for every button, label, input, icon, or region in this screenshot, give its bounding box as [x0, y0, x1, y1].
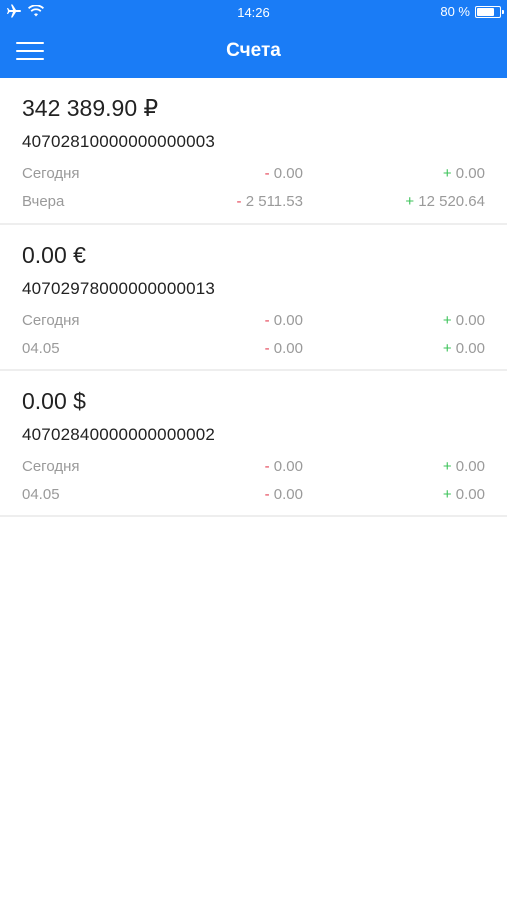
plus-sign: + [442, 340, 452, 357]
plus-sign: + [405, 193, 415, 210]
debit-amount: - 0.00 [265, 486, 303, 503]
debit-value: 0.00 [273, 458, 303, 475]
account-balance: 0.00 € [22, 242, 86, 268]
battery-icon [475, 5, 504, 18]
battery-level [477, 7, 495, 16]
turnover-date: Вчера [22, 193, 65, 210]
app-header: 14:26 80 % Счета [0, 0, 507, 78]
credit-value: 0.00 [455, 165, 485, 182]
turnover-date: 04.05 [22, 340, 60, 357]
turnover-row: Вчера - 2 511.53 + 12 520.64 [0, 191, 507, 213]
account-balance: 342 389.90 ₽ [22, 95, 159, 121]
debit-value: 0.00 [273, 340, 303, 357]
account-list: 342 389.90 ₽ 40702810000000000003 Сегодн… [0, 78, 507, 517]
credit-value: 0.00 [455, 458, 485, 475]
debit-value: 0.00 [273, 486, 303, 503]
turnover-row: Сегодня - 0.00 + 0.00 [0, 456, 507, 478]
debit-amount: - 0.00 [265, 340, 303, 357]
plus-sign: + [442, 486, 452, 503]
account-balance: 0.00 $ [22, 388, 86, 414]
minus-sign: - [264, 165, 270, 182]
status-right: 80 % [440, 4, 504, 19]
turnover-date: 04.05 [22, 486, 60, 503]
debit-value: 0.00 [273, 312, 303, 329]
minus-sign: - [264, 312, 270, 329]
minus-sign: - [264, 458, 270, 475]
turnover-date: Сегодня [22, 165, 80, 182]
credit-amount: + 12 520.64 [405, 193, 485, 210]
nav-bar: Счета [0, 26, 507, 78]
plus-sign: + [442, 458, 452, 475]
account-card[interactable]: 342 389.90 ₽ 40702810000000000003 Сегодн… [0, 78, 507, 225]
credit-value: 0.00 [455, 312, 485, 329]
credit-amount: + 0.00 [443, 458, 485, 475]
turnover-date: Сегодня [22, 458, 80, 475]
account-number: 40702978000000000013 [22, 279, 216, 298]
account-number: 40702810000000000003 [22, 132, 216, 151]
turnover-row: 04.05 - 0.00 + 0.00 [0, 484, 507, 506]
debit-amount: - 0.00 [265, 165, 303, 182]
minus-sign: - [264, 486, 270, 503]
credit-amount: + 0.00 [443, 486, 485, 503]
minus-sign: - [236, 193, 242, 210]
account-number: 40702840000000000002 [22, 425, 216, 444]
plus-sign: + [442, 312, 452, 329]
turnover-row: Сегодня - 0.00 + 0.00 [0, 310, 507, 332]
turnover-row: Сегодня - 0.00 + 0.00 [0, 163, 507, 185]
credit-value: 0.00 [455, 486, 485, 503]
turnover-date: Сегодня [22, 312, 80, 329]
debit-value: 2 511.53 [245, 193, 303, 210]
credit-value: 0.00 [455, 340, 485, 357]
credit-amount: + 0.00 [443, 340, 485, 357]
account-card[interactable]: 0.00 € 40702978000000000013 Сегодня - 0.… [0, 225, 507, 371]
minus-sign: - [264, 340, 270, 357]
credit-amount: + 0.00 [443, 165, 485, 182]
debit-value: 0.00 [273, 165, 303, 182]
debit-amount: - 2 511.53 [237, 193, 303, 210]
plus-sign: + [442, 165, 452, 182]
credit-value: 12 520.64 [418, 193, 485, 210]
status-bar: 14:26 80 % [0, 0, 507, 26]
debit-amount: - 0.00 [265, 458, 303, 475]
account-card[interactable]: 0.00 $ 40702840000000000002 Сегодня - 0.… [0, 371, 507, 517]
battery-percent: 80 % [440, 4, 470, 19]
credit-amount: + 0.00 [443, 312, 485, 329]
debit-amount: - 0.00 [265, 312, 303, 329]
page-title: Счета [226, 40, 281, 61]
status-time: 14:26 [237, 5, 270, 20]
turnover-row: 04.05 - 0.00 + 0.00 [0, 338, 507, 360]
